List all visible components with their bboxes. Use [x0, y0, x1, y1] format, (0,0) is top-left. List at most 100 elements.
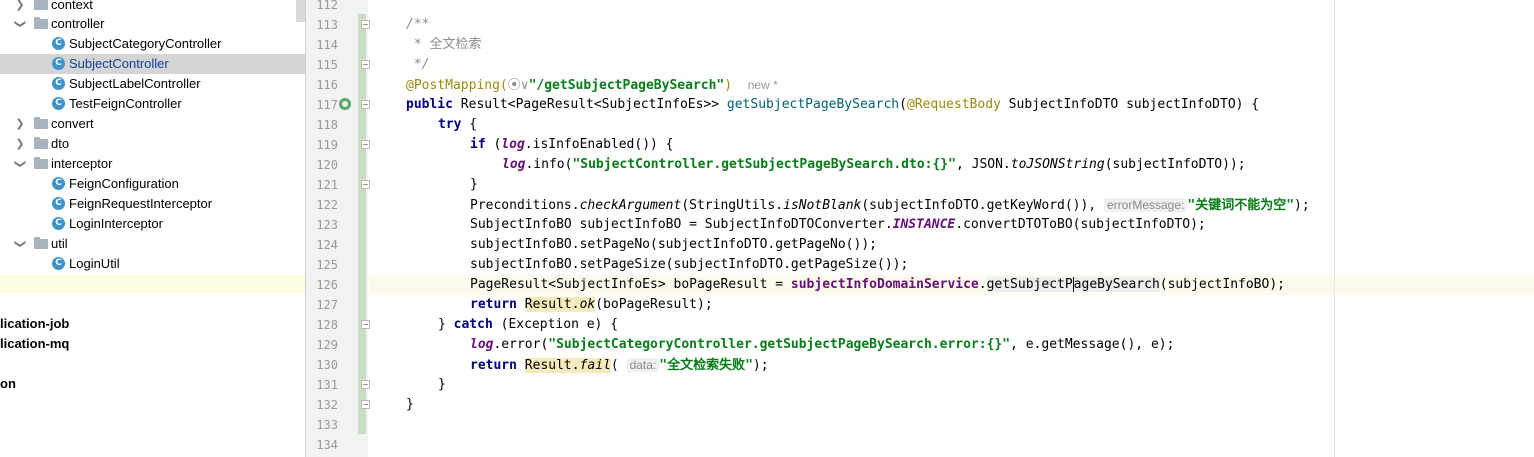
code-text: .isInfoEnabled()) { — [524, 137, 674, 152]
string-literal: "/getSubjectPageBySearch" — [528, 78, 725, 93]
tree-file-login-util[interactable]: C LoginUtil — [0, 254, 305, 274]
run-gutter-icon[interactable] — [339, 98, 351, 110]
code-text: (subjectInfoDTO)); — [1104, 157, 1246, 172]
code-line-125[interactable]: subjectInfoBO.setPageSize(subjectInfoDTO… — [470, 255, 1534, 275]
tree-folder-controller[interactable]: ❯ controller — [0, 14, 305, 34]
code-line-128[interactable]: } catch (Exception e) { — [438, 315, 1534, 335]
vcs-change-marker[interactable] — [358, 14, 366, 434]
class-icon: C — [52, 217, 65, 230]
line-number: 132 — [316, 398, 338, 412]
code-line-114[interactable]: * 全文检索 — [406, 35, 1534, 55]
static-field: INSTANCE — [892, 217, 956, 232]
code-editor[interactable]: /** * 全文检索 */ @PostMapping(⦿∨"/getSubjec… — [369, 0, 1534, 457]
code-line-124[interactable]: subjectInfoBO.setPageNo(subjectInfoDTO.g… — [470, 235, 1534, 255]
chevron-right-icon[interactable]: ❯ — [14, 0, 26, 15]
tree-folder-context[interactable]: ❯ context — [0, 0, 305, 15]
tree-module-application-job[interactable]: lication-job — [0, 314, 305, 334]
class-icon: C — [52, 57, 65, 70]
tree-blank-row — [0, 274, 305, 294]
tree-file-feign-configuration[interactable]: C FeignConfiguration — [0, 174, 305, 194]
tree-file-login-interceptor[interactable]: C LoginInterceptor — [0, 214, 305, 234]
line-number: 112 — [316, 0, 338, 12]
code-text: (boPageResult); — [595, 297, 713, 312]
code-text: (Exception e) { — [492, 317, 619, 332]
tree-item-label: FeignConfiguration — [69, 176, 179, 191]
tree-scrollbar[interactable] — [296, 0, 305, 22]
javadoc-open: /** — [406, 17, 430, 32]
line-number: 122 — [316, 198, 338, 212]
line-number: 115 — [316, 58, 338, 72]
code-text: (StringUtils. — [681, 198, 784, 213]
code-line-122[interactable]: Preconditions.checkArgument(StringUtils.… — [470, 195, 1534, 215]
line-number: 134 — [316, 438, 338, 452]
code-text: (subjectInfoBO); — [1159, 277, 1285, 292]
code-line-118[interactable]: try { — [438, 115, 1534, 135]
keyword: return — [470, 297, 517, 312]
line-number: 119 — [316, 138, 338, 152]
paren: ( — [899, 97, 907, 112]
code-text: } — [438, 317, 454, 332]
code-line-127[interactable]: return Result.ok(boPageResult); — [470, 295, 1534, 315]
keyword: try — [438, 117, 462, 132]
url-mapping-icon[interactable]: ⦿∨ — [508, 78, 529, 93]
keyword: catch — [453, 317, 493, 332]
folder-icon — [34, 17, 48, 29]
tree-module-label: lication-mq — [0, 336, 70, 351]
line-number: 126 — [316, 278, 338, 292]
code-line-113[interactable]: /** — [406, 15, 1534, 35]
usage-hint[interactable]: new * — [748, 78, 778, 92]
line-number: 127 — [316, 298, 338, 312]
folder-icon — [34, 237, 48, 249]
chevron-down-icon[interactable]: ❯ — [10, 158, 30, 170]
chevron-down-icon[interactable]: ❯ — [10, 238, 30, 250]
string-literal: "SubjectCategoryController.getSubjectPag… — [548, 337, 1011, 352]
tree-file-subject-controller[interactable]: C SubjectController — [0, 54, 305, 74]
annotation-post-mapping: @PostMapping( — [406, 78, 508, 93]
tree-file-subject-label-controller[interactable]: C SubjectLabelController — [0, 74, 305, 94]
tree-module-application-mq[interactable]: lication-mq — [0, 334, 305, 354]
chevron-right-icon[interactable]: ❯ — [14, 114, 26, 134]
class-icon: C — [52, 97, 65, 110]
tree-item-label: FeignRequestInterceptor — [69, 196, 213, 211]
tree-folder-interceptor[interactable]: ❯ interceptor — [0, 154, 305, 174]
code-line-115[interactable]: */ — [406, 55, 1534, 75]
code-line-132[interactable]: } — [406, 395, 1534, 415]
code-line-131[interactable]: } — [438, 375, 1534, 395]
parameter-hint: errorMessage: — [1104, 198, 1188, 212]
code-line-129[interactable]: log.error("SubjectCategoryController.get… — [470, 335, 1534, 355]
tree-module-partial[interactable]: on — [0, 374, 305, 394]
tree-file-subject-category-controller[interactable]: C SubjectCategoryController — [0, 34, 305, 54]
code-line-120[interactable]: log.info("SubjectController.getSubjectPa… — [502, 155, 1534, 175]
line-number: 125 — [316, 258, 338, 272]
code-text: ( — [485, 137, 502, 152]
tree-file-feign-request-interceptor[interactable]: C FeignRequestInterceptor — [0, 194, 305, 214]
code-line-121[interactable]: } — [470, 175, 1534, 195]
tree-item-label: SubjectLabelController — [69, 76, 201, 91]
javadoc-star: * — [406, 37, 430, 52]
code-line-117[interactable]: public Result<PageResult<SubjectInfoEs>>… — [406, 95, 1534, 115]
keyword: return — [470, 358, 517, 373]
chevron-right-icon[interactable]: ❯ — [14, 134, 26, 154]
code-line-130[interactable]: return Result.fail( data: "全文检索失败"); — [470, 355, 1534, 375]
class-icon: C — [52, 37, 65, 50]
tree-item-label: controller — [51, 16, 105, 31]
code-text: , JSON. — [955, 157, 1011, 172]
line-number: 128 — [316, 318, 338, 332]
code-line-119[interactable]: if (log.isInfoEnabled()) { — [470, 135, 1534, 155]
tree-file-test-feign-controller[interactable]: C TestFeignController — [0, 94, 305, 114]
class-icon: C — [52, 77, 65, 90]
tree-folder-convert[interactable]: ❯ convert — [0, 114, 305, 134]
code-text: . — [978, 277, 987, 292]
code-line-126[interactable]: PageResult<SubjectInfoEs> boPageResult =… — [369, 275, 1534, 295]
chevron-down-icon[interactable]: ❯ — [10, 18, 30, 30]
string-literal: "SubjectController.getSubjectPageBySearc… — [572, 157, 956, 172]
tree-item-label: dto — [51, 136, 70, 151]
code-text: ); — [752, 358, 769, 373]
code-line-123[interactable]: SubjectInfoBO subjectInfoBO = SubjectInf… — [470, 215, 1534, 235]
tree-folder-util[interactable]: ❯ util — [0, 234, 305, 254]
line-number: 116 — [316, 78, 338, 92]
parameter-hint: data: — [626, 358, 660, 372]
tree-folder-dto[interactable]: ❯ dto — [0, 134, 305, 154]
code-line-116[interactable]: @PostMapping(⦿∨"/getSubjectPageBySearch"… — [406, 75, 1534, 95]
